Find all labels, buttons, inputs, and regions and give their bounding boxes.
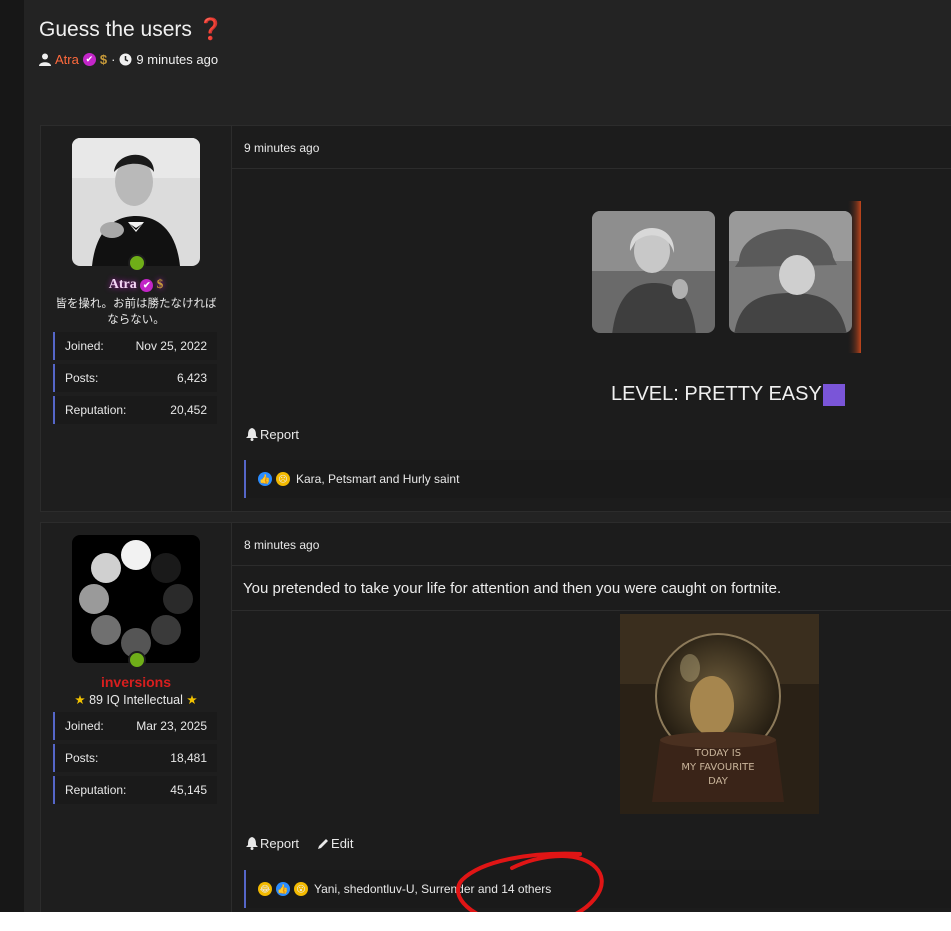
star-icon: ★ (186, 693, 198, 707)
verified-badge-icon: ✔ (140, 279, 154, 292)
stat-reputation: Reputation: 20,452 (53, 396, 217, 424)
post-username[interactable]: inversions (41, 674, 231, 690)
stat-value: 6,423 (176, 371, 207, 385)
image-caption-line-3: DAY (708, 776, 729, 787)
thread-meta: Atra ✔ $ · 9 minutes ago (39, 52, 218, 67)
user-panel: inversions ★ 89 IQ Intellectual ★ Joined… (41, 523, 232, 912)
user-title-text: 89 IQ Intellectual (89, 693, 183, 707)
online-status-indicator (128, 254, 146, 272)
avatar[interactable] (72, 138, 200, 266)
stat-label: Joined: (65, 719, 104, 733)
divider (232, 168, 951, 169)
sad-reaction-icon: ☹ (276, 472, 290, 486)
post-image-snowglobe[interactable]: TODAY IS MY FAVOURITE DAY (620, 614, 819, 814)
left-sidebar-strip (0, 0, 24, 912)
stat-label: Joined: (65, 339, 104, 353)
stat-label: Posts: (65, 371, 99, 385)
post: Atra ✔ $ 皆を操れ。お前は勝たなければならない。 Joined: Nov… (40, 125, 951, 512)
stat-value: 20,452 (170, 403, 207, 417)
post-content: 9 minutes ago LEVEL: PRETTY EASY Report … (232, 126, 951, 511)
reactions-bar[interactable]: 👍 ☹ Kara, Petsmart and Hurly saint (244, 460, 951, 498)
stat-joined: Joined: Mar 23, 2025 (53, 712, 217, 740)
stat-posts: Posts: 6,423 (53, 364, 217, 392)
post-time[interactable]: 9 minutes ago (244, 141, 319, 155)
divider (232, 565, 951, 566)
post-image-right[interactable] (729, 201, 861, 353)
stat-label: Reputation: (65, 403, 127, 417)
like-reaction-icon: 👍 (258, 472, 272, 486)
divider (232, 610, 951, 611)
thread-time: 9 minutes ago (136, 52, 219, 67)
level-text: LEVEL: PRETTY EASY (611, 383, 845, 406)
stat-value: Nov 25, 2022 (135, 339, 207, 353)
verified-badge-icon: ✔ (82, 53, 96, 66)
star-icon: ★ (74, 693, 86, 707)
bell-icon (246, 837, 258, 850)
wow-reaction-icon: 😮 (294, 882, 308, 896)
post-username[interactable]: Atra ✔ $ (41, 276, 231, 293)
online-status-indicator (128, 651, 146, 669)
report-button[interactable]: Report (246, 427, 299, 442)
level-label: LEVEL: PRETTY EASY (611, 383, 822, 405)
user-title: ★ 89 IQ Intellectual ★ (51, 692, 221, 708)
pencil-icon (318, 838, 329, 849)
annotation-circle (456, 851, 604, 912)
stat-value: 18,481 (170, 751, 207, 765)
user-icon (39, 53, 51, 66)
like-reaction-icon: 👍 (276, 882, 290, 896)
dollar-icon: $ (99, 52, 108, 67)
dollar-icon: $ (156, 276, 164, 291)
user-title: 皆を操れ。お前は勝たなければならない。 (55, 298, 217, 326)
stat-reputation: Reputation: 45,145 (53, 776, 217, 804)
post-actions: Report (246, 427, 299, 442)
post-time[interactable]: 8 minutes ago (244, 538, 319, 552)
image-caption-line-2: MY FAVOURITE (681, 762, 754, 773)
post-body-text: You pretended to take your life for atte… (243, 580, 782, 597)
thread-page: Guess the users ❓ Atra ✔ $ · 9 minutes a… (24, 0, 951, 912)
question-mark-icon: ❓ (197, 18, 224, 41)
user-panel: Atra ✔ $ 皆を操れ。お前は勝たなければならない。 Joined: Nov… (41, 126, 232, 511)
meta-separator: · (111, 52, 116, 67)
bell-icon (246, 428, 258, 441)
laugh-reaction-icon: 😂 (258, 882, 272, 896)
stat-value: 45,145 (170, 783, 207, 797)
report-label: Report (260, 427, 300, 442)
clock-icon (119, 53, 132, 66)
stat-joined: Joined: Nov 25, 2022 (53, 332, 217, 360)
edit-label: Edit (331, 836, 354, 851)
edit-button[interactable]: Edit (317, 836, 353, 851)
level-badge-icon (822, 383, 845, 406)
post-actions: Report Edit (246, 836, 353, 851)
thread-title-text: Guess the users (39, 18, 192, 41)
reactions-text[interactable]: Kara, Petsmart and Hurly saint (296, 472, 459, 486)
username-text: Atra (108, 277, 137, 292)
avatar[interactable] (72, 535, 200, 663)
post-image-left[interactable] (592, 211, 717, 335)
stat-posts: Posts: 18,481 (53, 744, 217, 772)
thread-author-link[interactable]: Atra (55, 52, 79, 67)
thread-title: Guess the users ❓ (39, 18, 224, 42)
stat-value: Mar 23, 2025 (136, 719, 207, 733)
report-label: Report (260, 836, 300, 851)
image-caption-line-1: TODAY IS (694, 748, 741, 759)
stat-label: Posts: (65, 751, 99, 765)
report-button[interactable]: Report (246, 836, 299, 851)
stat-label: Reputation: (65, 783, 127, 797)
